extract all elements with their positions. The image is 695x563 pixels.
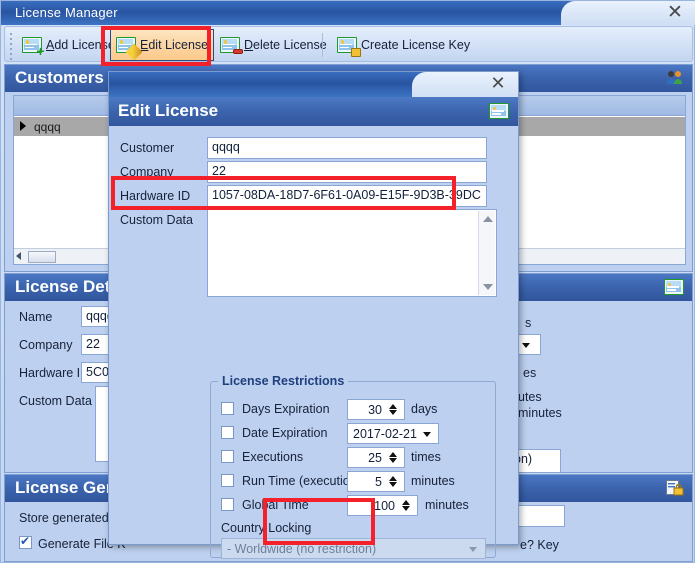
- dialog-company-input[interactable]: 22: [207, 161, 487, 183]
- global-time-checkbox[interactable]: [221, 498, 234, 511]
- date-expiration-checkbox[interactable]: [221, 426, 234, 439]
- details-company-label: Company: [19, 338, 73, 352]
- executions-checkbox[interactable]: [221, 450, 234, 463]
- screenshot-root: License Manager ✕ + Add License Edit Lic…: [0, 0, 695, 563]
- global-time-value: 100: [374, 499, 395, 513]
- executions-value: 25: [368, 451, 382, 465]
- customers-panel-title: Customers: [15, 68, 104, 87]
- chevron-down-icon[interactable]: [423, 432, 431, 437]
- scrollbar-thumb[interactable]: [28, 251, 56, 263]
- details-hardware-id-label: Hardware ID: [19, 366, 90, 380]
- edit-license-icon: [116, 36, 143, 60]
- spinner-down-icon[interactable]: [389, 410, 397, 415]
- dialog-close-icon[interactable]: ✕: [488, 74, 508, 94]
- days-expiration-spinner[interactable]: 30: [347, 399, 405, 420]
- spinner-down-icon[interactable]: [402, 506, 410, 511]
- edit-license-dialog: ✕ Edit License Customer qqqq Company 22 …: [108, 71, 519, 559]
- delete-license-button[interactable]: Delete License: [215, 29, 332, 61]
- license-card-icon: [489, 103, 509, 125]
- run-time-unit: minutes: [411, 474, 455, 488]
- dialog-title-bar: ✕: [109, 72, 518, 97]
- country-locking-combo[interactable]: - Worldwide (no restriction): [221, 538, 486, 559]
- create-license-key-button[interactable]: Create License Key: [332, 29, 475, 61]
- details-name-label: Name: [19, 310, 53, 324]
- executions-label: Executions: [242, 450, 304, 464]
- edit-license-button[interactable]: Edit License: [110, 29, 215, 61]
- license-restrictions-group: License Restrictions Days Expiration 30 …: [210, 374, 496, 559]
- generate-file-key-checkbox[interactable]: [19, 534, 32, 549]
- days-expiration-unit: days: [411, 402, 438, 416]
- chevron-down-icon[interactable]: [469, 547, 477, 552]
- main-title-bar: License Manager ✕: [1, 1, 695, 25]
- dialog-custom-data-input[interactable]: [207, 209, 497, 297]
- toolbar-separator: [322, 33, 323, 57]
- main-toolbar: + Add License Edit License Delete Licens…: [4, 26, 693, 62]
- row-cell-name: qqqq: [34, 120, 61, 134]
- add-license-button[interactable]: + Add License: [17, 29, 120, 61]
- dialog-title: Edit License: [118, 101, 219, 120]
- dialog-custom-data-label: Custom Data: [120, 213, 193, 227]
- scroll-left-icon[interactable]: [16, 252, 21, 260]
- dialog-customer-label: Customer: [120, 141, 175, 155]
- delete-license-label: Delete License: [244, 38, 327, 52]
- dialog-hardware-id-label: Hardware ID: [120, 189, 191, 203]
- spinner-down-icon[interactable]: [389, 458, 397, 463]
- scroll-down-icon[interactable]: [483, 284, 493, 290]
- spinner-up-icon[interactable]: [389, 404, 397, 409]
- chevron-down-icon: [522, 343, 530, 348]
- country-locking-value: - Worldwide (no restriction): [227, 542, 377, 556]
- run-time-spinner[interactable]: 5: [347, 471, 405, 492]
- license-card-icon: [664, 279, 684, 301]
- dialog-body: Customer qqqq Company 22 Hardware ID 105…: [109, 126, 518, 559]
- row-selector-icon: [20, 121, 26, 131]
- edit-license-label: Edit License: [140, 38, 209, 52]
- executions-unit: times: [411, 450, 441, 464]
- global-time-spinner[interactable]: 100: [347, 495, 418, 516]
- create-license-key-label: Create License Key: [361, 38, 471, 52]
- executions-spinner[interactable]: 25: [347, 447, 405, 468]
- details-global-unit: minutes: [518, 406, 562, 420]
- details-days-unit: s: [525, 316, 532, 330]
- global-time-label: Global Time: [242, 498, 309, 512]
- date-expiration-datepicker[interactable]: 2017-02-21: [347, 423, 439, 444]
- date-expiration-value: 2017-02-21: [353, 427, 417, 441]
- close-icon[interactable]: ✕: [664, 3, 686, 23]
- details-times-unit: es: [523, 366, 537, 380]
- dialog-customer-input[interactable]: qqqq: [207, 137, 487, 159]
- custom-data-vscrollbar[interactable]: [478, 211, 495, 295]
- spinner-up-icon[interactable]: [389, 452, 397, 457]
- add-license-label: Add License: [46, 38, 115, 52]
- days-expiration-label: Days Expiration: [242, 402, 330, 416]
- run-time-label: Run Time (execution): [242, 474, 361, 488]
- global-time-unit: minutes: [425, 498, 469, 512]
- spinner-up-icon[interactable]: [402, 500, 410, 505]
- key-lock-icon: [666, 480, 684, 501]
- details-runtime-unit: utes: [518, 390, 542, 404]
- generation-behind-text: e? Key: [517, 537, 562, 553]
- toolbar-grip[interactable]: [9, 33, 13, 60]
- days-expiration-checkbox[interactable]: [221, 402, 234, 415]
- dialog-hardware-id-input[interactable]: 1057-08DA-18D7-6F61-0A09-E15F-9D3B-39DC: [207, 185, 487, 207]
- delete-license-icon: [220, 36, 243, 54]
- run-time-checkbox[interactable]: [221, 474, 234, 487]
- country-locking-label: Country Locking: [221, 521, 312, 535]
- license-restrictions-title: License Restrictions: [218, 374, 349, 388]
- date-expiration-label: Date Expiration: [242, 426, 328, 440]
- spinner-down-icon[interactable]: [389, 482, 397, 487]
- details-custom-data-label: Custom Data: [19, 394, 92, 408]
- scroll-up-icon[interactable]: [483, 216, 493, 222]
- add-license-icon: +: [22, 36, 45, 58]
- window-title: License Manager: [15, 5, 118, 20]
- dialog-header: Edit License: [109, 97, 518, 126]
- create-license-key-icon: [337, 36, 361, 57]
- run-time-value: 5: [375, 475, 382, 489]
- days-expiration-value: 30: [368, 403, 382, 417]
- spinner-up-icon[interactable]: [389, 476, 397, 481]
- dialog-company-label: Company: [120, 165, 174, 179]
- store-path-input[interactable]: [513, 505, 565, 527]
- users-icon: [666, 70, 684, 90]
